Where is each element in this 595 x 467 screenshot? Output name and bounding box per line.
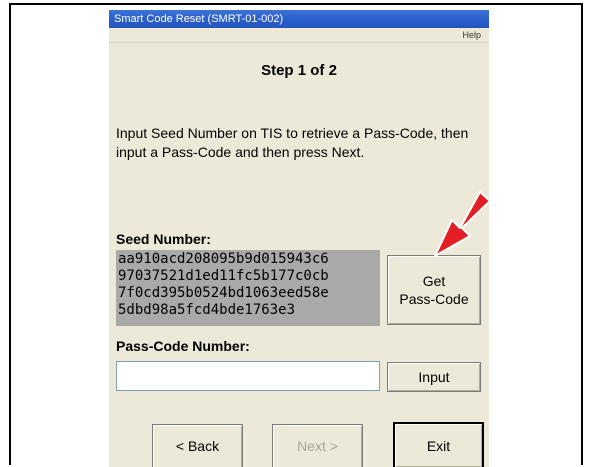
input-button[interactable]: Input — [387, 362, 481, 392]
seed-line: 5dbd98a5fcd4bde1763e3 — [118, 302, 296, 318]
pass-code-input[interactable] — [116, 361, 380, 391]
get-pass-code-line1: Get — [422, 273, 446, 289]
get-pass-code-button[interactable]: Get Pass-Code — [387, 255, 481, 325]
get-pass-code-line2: Pass-Code — [399, 291, 469, 307]
step-label: Step 1 of 2 — [261, 62, 337, 79]
arrow-shape — [434, 191, 491, 257]
seed-line: aa910acd208095b9d015943c6 — [118, 251, 329, 267]
seed-line: 7f0cd395b0524bd1063eed58e — [118, 285, 329, 301]
seed-number-label: Seed Number: — [116, 231, 211, 247]
menu-bar: Help — [109, 28, 489, 43]
pass-code-label: Pass-Code Number: — [116, 338, 250, 354]
exit-button[interactable]: Exit — [393, 422, 484, 467]
menu-help[interactable]: Help — [462, 30, 481, 40]
seed-line: 97037521d1ed11fc5b177c0cb — [118, 268, 329, 284]
next-button[interactable]: Next > — [272, 424, 363, 467]
seed-number-field[interactable]: aa910acd208095b9d015943c6 97037521d1ed11… — [116, 250, 380, 326]
instructions-text: Input Seed Number on TIS to retrieve a P… — [116, 125, 469, 160]
back-button[interactable]: < Back — [152, 424, 243, 467]
red-arrow-annotation — [434, 191, 491, 257]
window-title: Smart Code Reset (SMRT-01-002) — [109, 10, 489, 28]
